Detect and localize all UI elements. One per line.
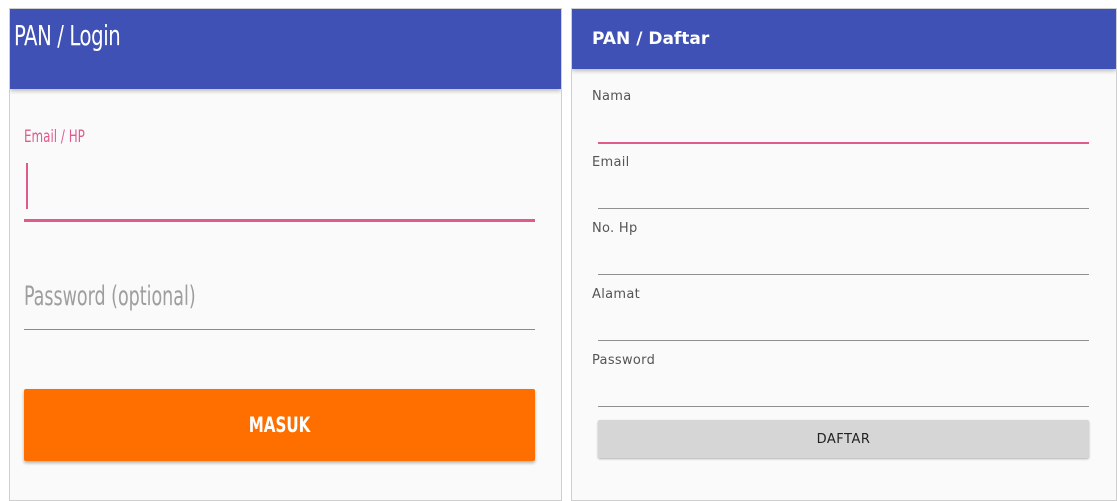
password-label: Password	[592, 353, 656, 368]
masuk-button[interactable]: MASUK	[24, 389, 535, 461]
nama-label: Nama	[592, 89, 632, 104]
no-hp-input[interactable]	[598, 252, 1089, 275]
email-hp-input[interactable]	[24, 159, 535, 222]
password-input[interactable]: Password (optional)	[24, 277, 535, 330]
login-app-bar: PAN / Login	[10, 9, 561, 89]
no-hp-label: No. Hp	[592, 221, 638, 236]
email-label: Email	[592, 155, 630, 170]
daftar-title: PAN / Daftar	[592, 29, 710, 49]
masuk-button-label: MASUK	[248, 413, 311, 437]
text-cursor	[26, 163, 28, 209]
login-title: PAN / Login	[14, 19, 121, 52]
password-placeholder: Password (optional)	[24, 281, 196, 312]
daftar-app-bar: PAN / Daftar	[572, 9, 1116, 69]
nama-input[interactable]	[598, 120, 1089, 144]
login-screen: PAN / Login Email / HP Password (optiona…	[9, 8, 562, 501]
email-hp-label: Email / HP	[24, 127, 85, 147]
alamat-input[interactable]	[598, 318, 1089, 341]
alamat-label: Alamat	[592, 287, 640, 302]
daftar-screen: PAN / Daftar Nama Email No. Hp Alamat Pa…	[571, 8, 1117, 501]
daftar-button-label: DAFTAR	[816, 431, 871, 447]
email-input[interactable]	[598, 186, 1089, 209]
password-field[interactable]	[598, 384, 1089, 407]
daftar-button[interactable]: DAFTAR	[598, 420, 1089, 458]
